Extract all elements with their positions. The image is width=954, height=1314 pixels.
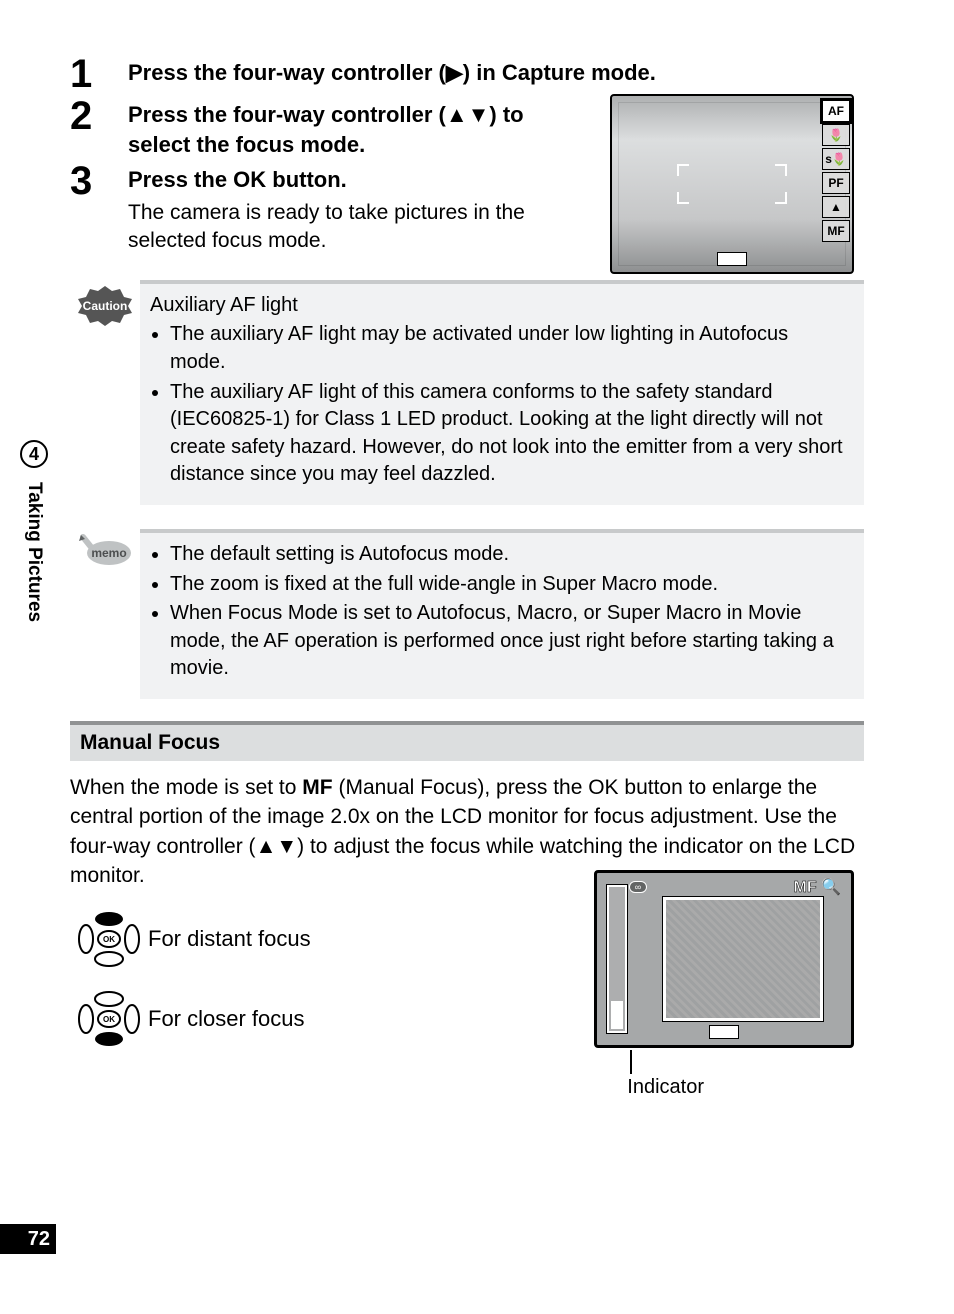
memo-bullet: The default setting is Autofocus mode. xyxy=(170,541,848,569)
memo-bullet: The zoom is fixed at the full wide-angle… xyxy=(170,571,848,599)
controller-down-icon: OK xyxy=(77,990,141,1048)
updown-arrow-glyph: ▲▼ xyxy=(256,835,298,858)
step-1: 1 Press the four-way controller (▶) in C… xyxy=(70,54,864,94)
mode-mf: MF xyxy=(822,220,850,242)
indicator-leader-line xyxy=(630,1050,632,1074)
infinity-icon: ∞ xyxy=(629,881,647,893)
memo-bullet: When Focus Mode is set to Autofocus, Mac… xyxy=(170,600,848,683)
closer-focus-label: For closer focus xyxy=(148,1006,305,1032)
battery-icon xyxy=(717,252,747,266)
lcd-preview-manual-focus: MF 🔍 ∞ xyxy=(594,870,854,1048)
right-arrow-glyph: ▶ xyxy=(446,60,463,85)
step-number: 2 xyxy=(70,96,128,136)
caution-subtitle: Auxiliary AF light xyxy=(150,292,848,320)
step-title-text: ) in Capture mode. xyxy=(463,60,656,85)
memo-block: memo The default setting is Autofocus mo… xyxy=(70,529,864,699)
af-brackets-icon xyxy=(677,164,787,204)
svg-text:Caution: Caution xyxy=(83,299,128,313)
step-description: The camera is ready to take pictures in … xyxy=(128,199,568,256)
controller-up-icon: OK xyxy=(77,910,141,968)
focus-mode-strip: AF 🌷 s🌷 PF ▲ MF xyxy=(822,98,850,244)
mode-super-macro: s🌷 xyxy=(822,148,850,170)
mode-macro: 🌷 xyxy=(822,124,850,146)
lcd-preview-focus-modes: AF 🌷 s🌷 PF ▲ MF xyxy=(610,94,854,274)
magnify-icon: 🔍 xyxy=(821,879,841,896)
mf-glyph: MF xyxy=(302,776,332,799)
step-title-text: Press the four-way controller ( xyxy=(128,60,446,85)
section-header: Manual Focus xyxy=(70,721,864,761)
svg-text:OK: OK xyxy=(103,1015,115,1024)
caution-block: Caution Auxiliary AF light The auxiliary… xyxy=(70,280,864,505)
mode-af: AF xyxy=(822,100,850,122)
memo-icon: memo xyxy=(77,533,133,567)
battery-icon xyxy=(709,1025,739,1039)
updown-arrow-glyph: ▲▼ xyxy=(446,102,490,127)
step-number: 1 xyxy=(70,54,128,94)
caution-icon: Caution xyxy=(76,284,134,326)
indicator-label: Indicator xyxy=(627,1076,704,1099)
mode-pf: PF xyxy=(822,172,850,194)
focus-indicator-gauge xyxy=(607,885,627,1033)
distant-focus-label: For distant focus xyxy=(148,926,311,952)
mode-mountain: ▲ xyxy=(822,196,850,218)
caution-bullet: The auxiliary AF light may be activated … xyxy=(170,321,848,376)
page-number: 72 xyxy=(0,1224,56,1254)
caution-bullet: The auxiliary AF light of this camera co… xyxy=(170,379,848,489)
mf-label: MF xyxy=(794,879,817,896)
step-title-text: Press the four-way controller ( xyxy=(128,102,446,127)
svg-text:memo: memo xyxy=(91,546,126,560)
magnified-frame xyxy=(663,897,823,1021)
svg-text:OK: OK xyxy=(103,935,115,944)
step-number: 3 xyxy=(70,161,128,201)
